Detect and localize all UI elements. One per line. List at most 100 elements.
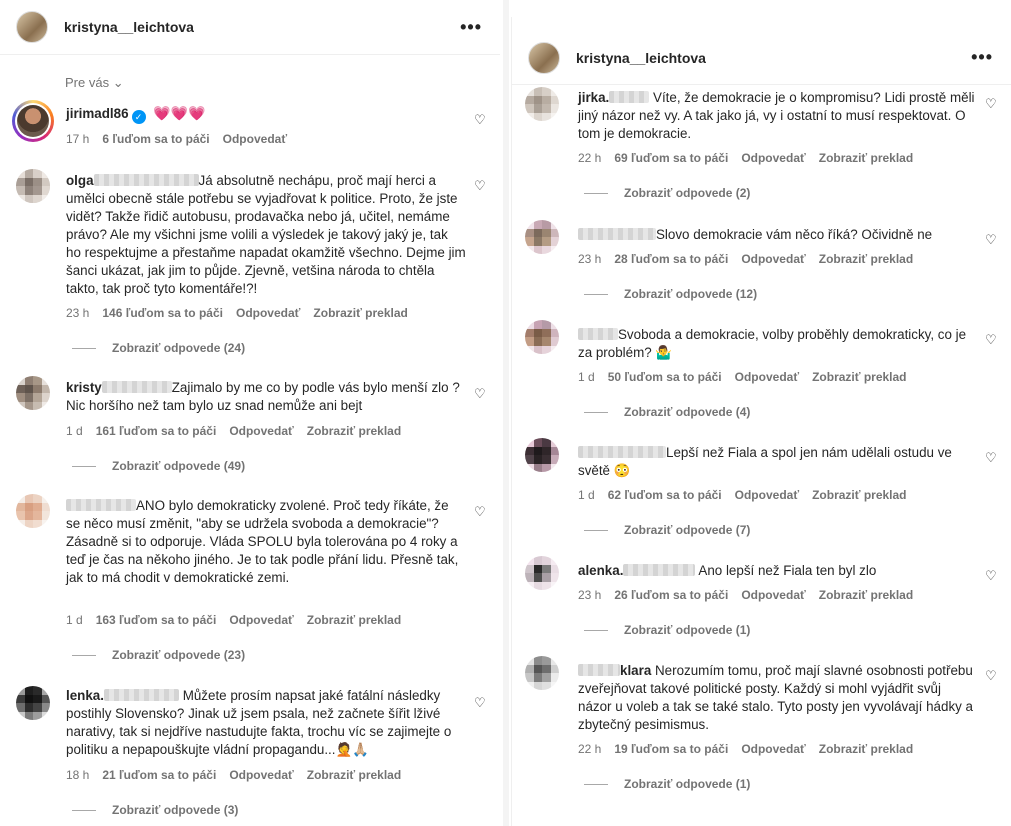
- redacted-name: [93, 174, 199, 186]
- comment-likes[interactable]: 6 ľuďom sa to páči: [102, 132, 209, 146]
- redacted-name: [103, 689, 179, 701]
- comment-username[interactable]: olga: [66, 173, 94, 188]
- translate-button[interactable]: Zobraziť preklad: [819, 252, 913, 266]
- translate-button[interactable]: Zobraziť preklad: [307, 768, 401, 782]
- translate-button[interactable]: Zobraziť preklad: [812, 488, 906, 502]
- avatar[interactable]: [16, 169, 50, 203]
- redacted-name: [578, 446, 666, 458]
- reply-button[interactable]: Odpovedať: [741, 252, 805, 266]
- comment-likes[interactable]: 69 ľuďom sa to páči: [614, 151, 728, 165]
- more-options-icon[interactable]: •••: [460, 17, 482, 38]
- reply-button[interactable]: Odpovedať: [223, 132, 287, 146]
- translate-button[interactable]: Zobraziť preklad: [812, 370, 906, 384]
- avatar[interactable]: [12, 100, 54, 142]
- comment-meta: 1 d 50 ľuďom sa to páči Odpovedať Zobraz…: [578, 370, 907, 384]
- like-heart-icon[interactable]: ♡: [985, 569, 997, 582]
- like-heart-icon[interactable]: ♡: [985, 233, 997, 246]
- avatar[interactable]: [16, 376, 50, 410]
- redacted-name: [66, 499, 136, 511]
- translate-button[interactable]: Zobraziť preklad: [819, 742, 913, 756]
- more-options-icon[interactable]: •••: [971, 47, 993, 68]
- view-replies-button[interactable]: Zobraziť odpovede (23): [72, 648, 245, 662]
- like-heart-icon[interactable]: ♡: [474, 696, 486, 709]
- reply-button[interactable]: Odpovedať: [741, 151, 805, 165]
- reply-button[interactable]: Odpovedať: [229, 768, 293, 782]
- comment-text: Slovo demokracie vám něco říká? Očividně…: [578, 226, 978, 244]
- comment-username[interactable]: jirimadl86: [66, 106, 129, 121]
- profile-username[interactable]: kristyna__leichtova: [576, 50, 706, 66]
- reply-button[interactable]: Odpovedať: [735, 370, 799, 384]
- translate-button[interactable]: Zobraziť preklad: [307, 613, 401, 627]
- comment-likes[interactable]: 21 ľuďom sa to páči: [102, 768, 216, 782]
- avatar[interactable]: [525, 438, 559, 472]
- translate-button[interactable]: Zobraziť preklad: [819, 588, 913, 602]
- comment-time: 23 h: [578, 252, 602, 266]
- comment-meta: 1 d 161 ľuďom sa to páči Odpovedať Zobra…: [66, 424, 401, 438]
- comment-likes[interactable]: 146 ľuďom sa to páči: [102, 306, 223, 320]
- avatar[interactable]: [16, 686, 50, 720]
- comment-likes[interactable]: 161 ľuďom sa to páči: [96, 424, 217, 438]
- like-heart-icon[interactable]: ♡: [474, 505, 486, 518]
- comment-body: Ano lepší než Fiala ten byl zlo: [698, 563, 877, 578]
- avatar[interactable]: [525, 87, 559, 121]
- reply-button[interactable]: Odpovedať: [229, 613, 293, 627]
- reply-button[interactable]: Odpovedať: [236, 306, 300, 320]
- comment-likes[interactable]: 62 ľuďom sa to páči: [608, 488, 722, 502]
- view-replies-label: Zobraziť odpovede (7): [624, 523, 751, 537]
- like-heart-icon[interactable]: ♡: [985, 451, 997, 464]
- avatar[interactable]: [525, 556, 559, 590]
- comment-username[interactable]: klara: [620, 663, 651, 678]
- view-replies-label: Zobraziť odpovede (1): [624, 777, 751, 791]
- comment-meta: 23 h 28 ľuďom sa to páči Odpovedať Zobra…: [578, 252, 913, 266]
- comment-text: kristy Zajimalo by me co by podle vás byl…: [66, 379, 466, 415]
- profile-avatar[interactable]: [16, 11, 48, 43]
- view-replies-button[interactable]: Zobraziť odpovede (2): [584, 186, 750, 200]
- comment-likes[interactable]: 50 ľuďom sa to páči: [608, 370, 722, 384]
- view-replies-button[interactable]: Zobraziť odpovede (24): [72, 341, 245, 355]
- view-replies-button[interactable]: Zobraziť odpovede (3): [72, 803, 238, 817]
- comment-username[interactable]: jirka.: [578, 90, 609, 105]
- view-replies-button[interactable]: Zobraziť odpovede (1): [584, 623, 750, 637]
- like-heart-icon[interactable]: ♡: [474, 179, 486, 192]
- view-replies-button[interactable]: Zobraziť odpovede (7): [584, 523, 750, 537]
- reply-button[interactable]: Odpovedať: [741, 742, 805, 756]
- profile-username[interactable]: kristyna__leichtova: [64, 19, 194, 35]
- post-header: kristyna__leichtova •••: [0, 0, 500, 55]
- comment-likes[interactable]: 26 ľuďom sa to páči: [614, 588, 728, 602]
- translate-button[interactable]: Zobraziť preklad: [313, 306, 407, 320]
- reply-button[interactable]: Odpovedať: [229, 424, 293, 438]
- view-replies-button[interactable]: Zobraziť odpovede (1): [584, 777, 750, 791]
- comment-body: Slovo demokracie vám něco říká? Očividně…: [656, 227, 933, 242]
- avatar[interactable]: [16, 494, 50, 528]
- translate-button[interactable]: Zobraziť preklad: [307, 424, 401, 438]
- view-replies-button[interactable]: Zobraziť odpovede (49): [72, 459, 245, 473]
- reply-button[interactable]: Odpovedať: [741, 588, 805, 602]
- comment-text: ANO bylo demokraticky zvolené. Proč tedy…: [66, 497, 466, 587]
- view-replies-button[interactable]: Zobraziť odpovede (12): [584, 287, 757, 301]
- view-replies-button[interactable]: Zobraziť odpovede (4): [584, 405, 750, 419]
- reply-button[interactable]: Odpovedať: [735, 488, 799, 502]
- avatar[interactable]: [525, 320, 559, 354]
- view-replies-label: Zobraziť odpovede (12): [624, 287, 758, 301]
- sort-dropdown[interactable]: Pre vás ⌄: [65, 75, 124, 91]
- comment-time: 23 h: [578, 588, 602, 602]
- translate-button[interactable]: Zobraziť preklad: [819, 151, 913, 165]
- comment-likes[interactable]: 163 ľuďom sa to páči: [96, 613, 217, 627]
- like-heart-icon[interactable]: ♡: [985, 669, 997, 682]
- comment-likes[interactable]: 28 ľuďom sa to páči: [614, 252, 728, 266]
- view-replies-label: Zobraziť odpovede (1): [624, 623, 751, 637]
- comment-meta: 1 d 163 ľuďom sa to páči Odpovedať Zobra…: [66, 613, 401, 627]
- like-heart-icon[interactable]: ♡: [985, 333, 997, 346]
- comment-username[interactable]: alenka.: [578, 563, 623, 578]
- like-heart-icon[interactable]: ♡: [474, 113, 486, 126]
- avatar[interactable]: [525, 220, 559, 254]
- right-comments-panel: kristyna__leichtova ••• jirka. Víte, že …: [511, 17, 1011, 826]
- profile-avatar[interactable]: [528, 41, 560, 74]
- avatar[interactable]: [525, 656, 559, 690]
- comment-likes[interactable]: 19 ľuďom sa to páči: [614, 742, 728, 756]
- like-heart-icon[interactable]: ♡: [474, 387, 486, 400]
- redacted-name: [578, 328, 618, 340]
- comment-username[interactable]: kristy: [66, 380, 102, 395]
- comment-username[interactable]: lenka.: [66, 688, 104, 703]
- like-heart-icon[interactable]: ♡: [985, 97, 997, 110]
